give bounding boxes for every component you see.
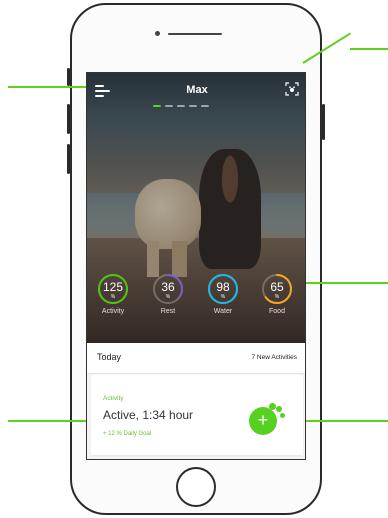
app-screen: Max 125 % Activity 36 % Rest 98 % Water … [86, 72, 306, 460]
today-title: Today [97, 352, 122, 362]
card-summary: Active, 1:34 hour [103, 408, 194, 422]
scan-camera-icon[interactable] [285, 82, 299, 96]
carousel-dot[interactable] [189, 105, 197, 107]
stat-unit: % [165, 294, 171, 300]
card-category: Activity [103, 395, 124, 402]
stat-activity[interactable]: 125 % Activity [91, 273, 135, 315]
stat-unit: % [274, 294, 280, 300]
power-button [322, 104, 325, 140]
card-goal: + 12 % Daily Goal [103, 431, 152, 437]
stat-label: Food [269, 308, 285, 315]
new-activities-link[interactable]: 7 New Activities [251, 354, 297, 361]
stat-rest[interactable]: 36 % Rest [146, 273, 190, 315]
paw-toe-icon [276, 406, 282, 412]
activity-ring: 125 % [97, 273, 129, 305]
stat-label: Rest [160, 308, 176, 315]
callout-line-card [8, 420, 90, 422]
page-title: Max [186, 84, 208, 96]
stat-water[interactable]: 98 % Water [201, 273, 245, 315]
food-ring: 65 % [261, 273, 293, 305]
water-ring: 98 % [207, 273, 239, 305]
stat-food[interactable]: 65 % Food [255, 273, 299, 315]
carousel-indicator[interactable] [153, 105, 209, 107]
stats-row: 125 % Activity 36 % Rest 98 % Water 65 %… [87, 273, 305, 333]
front-camera [155, 31, 160, 36]
stat-label: Water [213, 308, 233, 315]
stat-unit: % [110, 294, 116, 300]
stat-value: 98 [216, 280, 230, 294]
stat-value: 65 [270, 280, 284, 294]
paw-toe-icon [280, 413, 285, 418]
stat-label: Activity [101, 308, 125, 315]
hero-photo: Max 125 % Activity 36 % Rest 98 % Water … [87, 73, 305, 343]
stat-unit: % [220, 294, 226, 300]
callout-line-menu [8, 86, 90, 88]
stat-value: 36 [161, 280, 175, 294]
carousel-dot[interactable] [165, 105, 173, 107]
stat-value: 125 [102, 280, 124, 294]
top-bar: Max [87, 73, 305, 107]
home-button[interactable] [176, 467, 216, 507]
activity-card[interactable]: Activity Active, 1:34 hour + 12 % Daily … [91, 375, 303, 455]
callout-line-stats [300, 282, 388, 284]
carousel-dot[interactable] [177, 105, 185, 107]
earpiece-speaker [168, 33, 222, 35]
today-header: Today 7 New Activities [87, 343, 305, 374]
add-activity-button[interactable]: + [249, 407, 277, 435]
carousel-dot[interactable] [153, 105, 161, 107]
carousel-dot[interactable] [201, 105, 209, 107]
callout-line-add [300, 420, 388, 422]
callout-line-scan [350, 48, 388, 50]
paw-toe-icon [269, 403, 276, 410]
rest-ring: 36 % [152, 273, 184, 305]
